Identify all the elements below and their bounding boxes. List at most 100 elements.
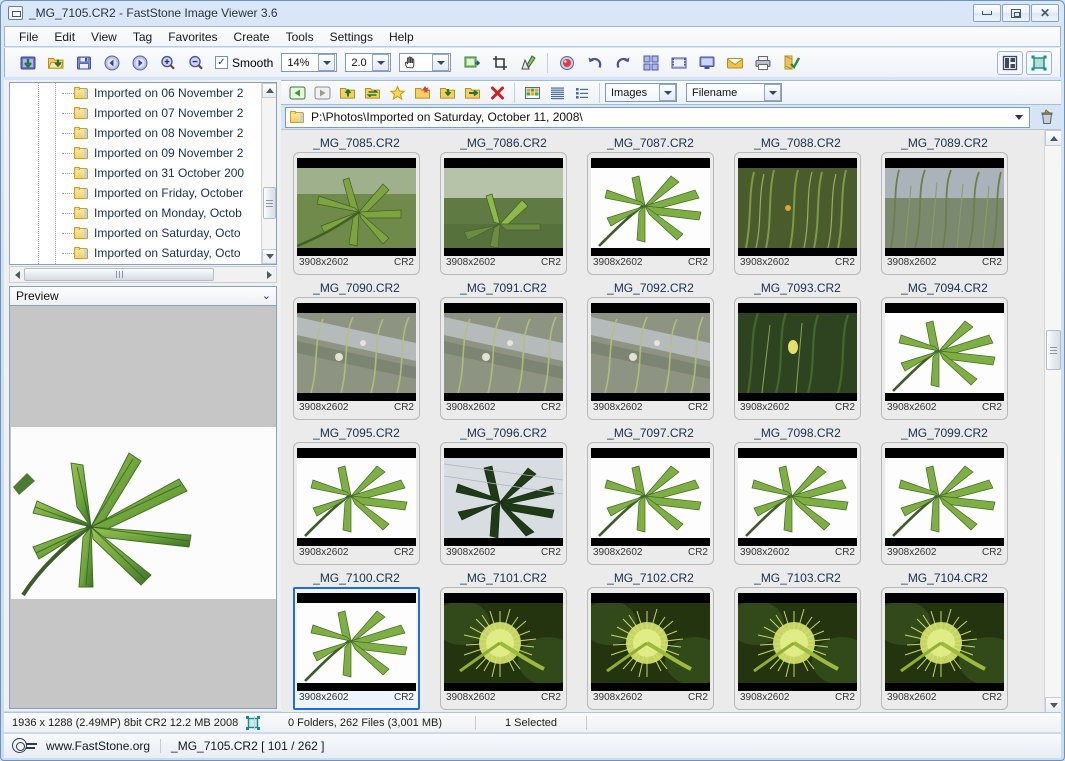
previous-image-button[interactable] <box>99 51 125 75</box>
detail-view-button[interactable] <box>570 82 594 104</box>
rotate-right-button[interactable] <box>610 51 636 75</box>
list-view-button[interactable] <box>545 82 569 104</box>
menu-tag[interactable]: Tag <box>125 28 160 46</box>
thumbnail-box[interactable]: 3908x2602CR2 <box>734 297 861 420</box>
menu-tools[interactable]: Tools <box>278 28 322 46</box>
thumbnail-cell[interactable]: _MG_7104.CR2 3908x2602CR2 <box>875 569 1014 712</box>
folder-tree-panel[interactable]: Imported on 06 November 2 Imported on 07… <box>9 82 277 265</box>
chevron-down-icon[interactable] <box>1015 115 1023 120</box>
thumbnail-box[interactable]: 3908x2602CR2 <box>587 152 714 275</box>
thumbnail-cell[interactable]: _MG_7088.CR2 3908x2602CR2 <box>728 134 867 279</box>
zoom-level-combo[interactable]: 14% <box>281 53 337 72</box>
scroll-thumb[interactable] <box>263 187 276 219</box>
scroll-up-button[interactable] <box>262 83 277 98</box>
thumbnail-box[interactable]: 3908x2602CR2 <box>440 297 567 420</box>
thumbnail-cell[interactable]: _MG_7086.CR2 3908x2602CR2 <box>434 134 573 279</box>
tree-item-5[interactable]: Imported on Friday, October <box>10 183 262 203</box>
crop-button[interactable] <box>487 51 513 75</box>
email-button[interactable] <box>722 51 748 75</box>
folder-tree-scrollbar[interactable] <box>261 83 276 264</box>
hscroll-thumb[interactable] <box>24 268 214 281</box>
thumbnail-cell[interactable]: _MG_7098.CR2 3908x2602CR2 <box>728 424 867 569</box>
refresh-button[interactable] <box>360 82 384 104</box>
smooth-checkbox[interactable]: ✓ <box>215 56 228 69</box>
chevron-double-down-icon[interactable]: ⌄ <box>262 291 271 302</box>
tree-item-2[interactable]: Imported on 08 November 2 <box>10 123 262 143</box>
thumbnail-cell[interactable]: _MG_7101.CR2 3908x2602CR2 <box>434 569 573 712</box>
chevron-down-icon[interactable] <box>764 84 781 101</box>
thumbnail-box-selected[interactable]: 3908x2602CR2 <box>293 587 420 710</box>
resize-button[interactable] <box>459 51 485 75</box>
draw-button[interactable] <box>515 51 541 75</box>
menu-edit[interactable]: Edit <box>46 28 83 46</box>
menu-view[interactable]: View <box>83 28 125 46</box>
fullscreen-button[interactable] <box>1026 51 1052 75</box>
thumbnail-cell[interactable]: _MG_7090.CR2 3908x2602CR2 <box>287 279 426 424</box>
thumbnail-cell[interactable]: _MG_7085.CR2 3908x2602CR2 <box>287 134 426 279</box>
folder-tree-hscrollbar[interactable] <box>9 266 277 283</box>
monitor-button[interactable] <box>694 51 720 75</box>
menu-help[interactable]: Help <box>381 28 422 46</box>
contact-sheet-button[interactable] <box>638 51 664 75</box>
website-label[interactable]: www.FastStone.org <box>46 739 150 753</box>
preview-panel[interactable] <box>9 306 277 709</box>
thumbnail-box[interactable]: 3908x2602CR2 <box>293 297 420 420</box>
filter-combo[interactable]: Images <box>605 83 677 102</box>
new-folder-button[interactable] <box>410 82 434 104</box>
thumbnail-box[interactable]: 3908x2602CR2 <box>881 442 1008 565</box>
thumbnail-panel[interactable]: _MG_7085.CR2 3908x2602CR2_MG_7086.CR2 39… <box>281 129 1061 712</box>
thumbnail-cell[interactable]: _MG_7094.CR2 3908x2602CR2 <box>875 279 1014 424</box>
tree-item-7[interactable]: Imported on Saturday, Octo <box>10 223 262 243</box>
thumbnail-box[interactable]: 3908x2602CR2 <box>293 152 420 275</box>
thumbnail-cell[interactable]: _MG_7092.CR2 3908x2602CR2 <box>581 279 720 424</box>
path-input[interactable]: P:\Photos\Imported on Saturday, October … <box>285 107 1030 128</box>
menu-file[interactable]: File <box>11 28 46 46</box>
save-button[interactable] <box>71 51 97 75</box>
menu-favorites[interactable]: Favorites <box>160 28 225 46</box>
thumbnail-cell[interactable]: _MG_7100.CR2 3908x2602CR2 <box>287 569 426 712</box>
thumbnail-box[interactable]: 3908x2602CR2 <box>587 442 714 565</box>
tree-item-8[interactable]: Imported on Saturday, Octo <box>10 243 262 263</box>
tree-item-1[interactable]: Imported on 07 November 2 <box>10 103 262 123</box>
thumbnail-cell[interactable]: _MG_7102.CR2 3908x2602CR2 <box>581 569 720 712</box>
recycle-bin-button[interactable] <box>1036 106 1058 128</box>
thumbnail-box[interactable]: 3908x2602CR2 <box>440 442 567 565</box>
thumbnail-box[interactable]: 3908x2602CR2 <box>440 152 567 275</box>
thumbnail-cell[interactable]: _MG_7093.CR2 3908x2602CR2 <box>728 279 867 424</box>
compare-button[interactable] <box>778 51 804 75</box>
thumbnail-cell[interactable]: _MG_7091.CR2 3908x2602CR2 <box>434 279 573 424</box>
menu-create[interactable]: Create <box>226 28 278 46</box>
thumbnail-view-button[interactable] <box>520 82 544 104</box>
slideshow-button[interactable] <box>666 51 692 75</box>
scale-combo[interactable]: 2.0 <box>345 53 391 72</box>
thumbnail-cell[interactable]: _MG_7089.CR2 3908x2602CR2 <box>875 134 1014 279</box>
rotate-left-button[interactable] <box>582 51 608 75</box>
maximize-button[interactable] <box>1002 4 1030 22</box>
smooth-toggle[interactable]: ✓ Smooth <box>215 56 273 70</box>
scroll-thumb[interactable] <box>1046 330 1061 370</box>
thumbnail-cell[interactable]: _MG_7095.CR2 3908x2602CR2 <box>287 424 426 569</box>
thumbnail-box[interactable]: 3908x2602CR2 <box>440 587 567 710</box>
open-download-button[interactable] <box>15 51 41 75</box>
delete-button[interactable] <box>485 82 509 104</box>
chevron-down-icon[interactable] <box>372 54 389 71</box>
thumbnail-box[interactable]: 3908x2602CR2 <box>587 297 714 420</box>
scroll-left-button[interactable] <box>10 267 24 282</box>
chevron-down-icon[interactable] <box>659 84 676 101</box>
thumbnail-box[interactable]: 3908x2602CR2 <box>734 442 861 565</box>
thumbnail-box[interactable]: 3908x2602CR2 <box>293 442 420 565</box>
red-eye-button[interactable] <box>554 51 580 75</box>
menu-settings[interactable]: Settings <box>322 28 381 46</box>
back-button[interactable] <box>285 82 309 104</box>
minimize-button[interactable] <box>973 4 1001 22</box>
zoom-in-button[interactable] <box>155 51 181 75</box>
zoom-out-button[interactable] <box>183 51 209 75</box>
up-folder-button[interactable] <box>335 82 359 104</box>
chevron-down-icon[interactable] <box>318 54 335 71</box>
tree-item-3[interactable]: Imported on 09 November 2 <box>10 143 262 163</box>
thumbnail-box[interactable]: 3908x2602CR2 <box>881 152 1008 275</box>
copy-to-folder-button[interactable] <box>435 82 459 104</box>
thumbnail-box[interactable]: 3908x2602CR2 <box>734 587 861 710</box>
favorites-button[interactable] <box>385 82 409 104</box>
next-image-button[interactable] <box>127 51 153 75</box>
